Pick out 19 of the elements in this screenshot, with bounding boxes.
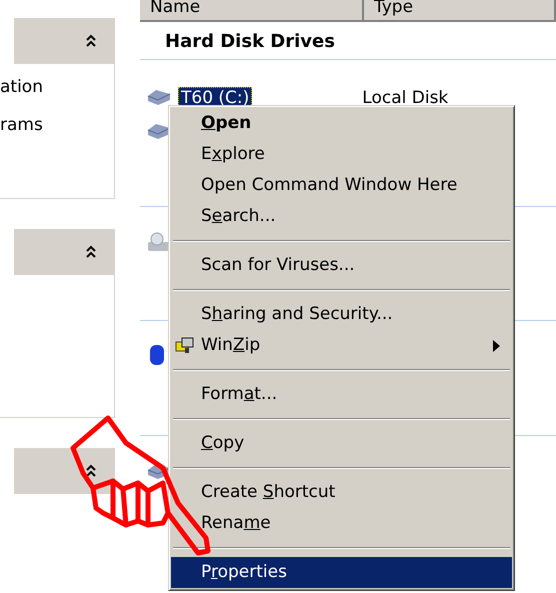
menu-item[interactable]: Rename xyxy=(171,508,512,539)
menu-item[interactable]: Open xyxy=(171,108,512,139)
menu-item[interactable]: Open Command Window Here xyxy=(171,170,512,201)
menu-item[interactable]: Format... xyxy=(171,379,512,410)
collapse-icon[interactable] xyxy=(85,464,97,478)
task-link[interactable]: ation xyxy=(0,76,43,98)
task-link[interactable]: rams xyxy=(0,114,43,136)
menu-item[interactable]: Scan for Viruses... xyxy=(171,250,512,281)
collapse-icon[interactable] xyxy=(85,34,97,48)
group-heading: Hard Disk Drives xyxy=(165,31,336,53)
menu-item[interactable]: Properties xyxy=(171,557,512,588)
menu-item[interactable]: Explore xyxy=(171,139,512,170)
menu-item[interactable]: Sharing and Security... xyxy=(171,299,512,330)
menu-item[interactable]: Search... xyxy=(171,201,512,232)
menu-item[interactable]: Copy xyxy=(171,428,512,459)
collapse-icon[interactable] xyxy=(85,245,97,259)
menu-item[interactable]: WinZip xyxy=(171,330,512,361)
drive-type: Local Disk xyxy=(362,88,448,108)
menu-item[interactable]: Create Shortcut xyxy=(171,477,512,508)
